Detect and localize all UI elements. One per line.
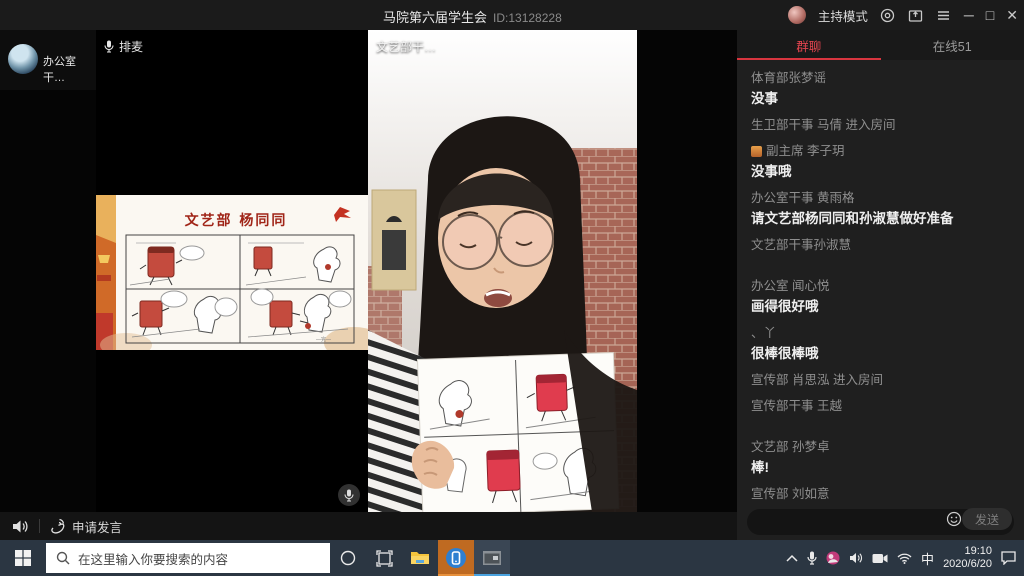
stage-control-bar: 申请发言 [0,512,737,540]
tray-microphone-icon[interactable] [807,551,817,565]
taskbar-clock[interactable]: 19:10 2020/6/20 [943,545,992,571]
open-window-taskbar-icon[interactable] [474,540,510,576]
tray-wifi-icon[interactable] [897,553,912,564]
emoji-icon[interactable] [946,511,962,527]
art-dept-label: 文艺部干… [376,38,436,55]
chat-info-line: 宣传部 肖思泓 进入房间 [751,372,1010,389]
raise-hand-label: 申请发言 [72,517,122,536]
message-text: 没事哦 [751,163,1010,181]
video-stage: 办公室干… 排麦 [0,30,737,540]
search-placeholder-text: 在这里输入你要搜索的内容 [78,549,228,568]
mic-queue-label: 排麦 [104,38,143,55]
message-sender: 体育部张梦谣 [751,70,1010,87]
chat-panel: 群聊 在线51 体育部张梦谣没事生卫部干事 马倩 进入房间副主席 李子玥没事哦办… [737,30,1024,540]
control-divider [39,519,40,533]
message-text: 画得很好哦 [751,298,1010,316]
role-badge-icon [751,146,762,157]
close-button[interactable]: ✕ [1006,7,1018,23]
tray-app-icon[interactable] [826,551,840,565]
mic-queue-text: 排麦 [119,38,143,55]
chat-message: 文艺部 孙梦卓棒! [751,439,1010,477]
slide-title-text: 文艺部 杨同同 [185,212,288,229]
meeting-id: ID:13128228 [493,11,562,25]
taskbar-search[interactable]: 在这里输入你要搜索的内容 [46,543,330,573]
meeting-name: 马院第六届学生会 [383,10,487,25]
message-sender: 宣传部 肖思泓 进入房间 [751,372,1010,389]
search-icon [56,551,70,565]
meeting-app-taskbar-icon[interactable] [438,540,474,576]
minimize-button[interactable]: ─ [964,7,974,23]
start-button[interactable] [0,540,46,576]
message-sender: 宣传部 刘如意 [751,486,1010,503]
chat-message: 体育部张梦谣没事 [751,70,1010,108]
shared-comic-slide: 文艺部 杨同同 [96,195,368,350]
webcam-video [368,30,637,512]
file-explorer-icon[interactable] [402,540,438,576]
windows-logo-icon [15,550,31,566]
clock-time: 19:10 [943,545,992,558]
meeting-app-window: 马院第六届学生会 ID:13128228 主持模式 ─ □ ✕ 办公室干… [0,0,1024,576]
send-button[interactable]: 发送 [962,508,1012,530]
host-mode-label: 主持模式 [818,6,868,25]
chat-info-line: 文艺部干事孙淑慧 [751,237,1010,254]
chat-message: 、丫很棒很棒哦 [751,325,1010,363]
meeting-title: 马院第六届学生会 ID:13128228 [383,7,562,26]
titlebar: 马院第六届学生会 ID:13128228 主持模式 ─ □ ✕ [0,0,1024,30]
chat-info-line: 生卫部干事 马倩 进入房间 [751,117,1010,134]
task-view-icon[interactable] [366,540,402,576]
video-tile-office[interactable]: 办公室干… [0,30,96,90]
tile-mic-status-icon [338,484,360,506]
clock-date: 2020/6/20 [943,558,992,571]
system-tray: 中 19:10 2020/6/20 [786,540,1024,576]
ime-indicator[interactable]: 中 [921,549,934,568]
chat-message: 办公室干事 黄雨格请文艺部杨同同和孙淑慧做好准备 [751,190,1010,228]
message-sender: 文艺部干事孙淑慧 [751,237,1010,254]
video-tile-mic-queue[interactable]: 排麦 文艺部 杨同同 [96,30,368,512]
tray-speaker-icon[interactable] [849,552,863,564]
share-screen-icon[interactable] [908,7,924,23]
tab-group-chat[interactable]: 群聊 [737,30,881,60]
chat-info-line: 宣传部干事 王越 [751,398,1010,415]
chat-message: 副主席 李子玥没事哦 [751,143,1010,181]
chat-input-bar: 发送 [737,505,1024,540]
cortana-icon[interactable] [330,540,366,576]
maximize-button[interactable]: □ [986,7,994,23]
action-center-icon[interactable] [1001,551,1016,565]
video-tile-art-dept[interactable]: 文艺部干… [368,30,637,512]
tray-camera-icon[interactable] [872,553,888,564]
raise-hand-button[interactable]: 申请发言 [50,517,122,536]
settings-icon[interactable] [880,7,896,23]
message-text: 棒! [751,459,1010,477]
message-sender: 、丫 [751,325,1010,342]
message-sender: 宣传部干事 王越 [751,398,1010,415]
microphone-icon [104,40,114,53]
message-sender: 办公室 闻心悦 [751,278,1010,295]
chat-message: 宣传部 刘如意棒 [751,486,1010,505]
art-dept-name-text: 文艺部干… [376,38,436,55]
host-avatar [788,6,806,24]
speaker-button[interactable] [12,519,29,534]
message-text: 请文艺部杨同同和孙淑慧做好准备 [751,210,1010,228]
menu-icon[interactable] [936,7,952,23]
tab-online-members[interactable]: 在线51 [881,30,1024,60]
svg-text:—完—: —完— [316,336,331,343]
message-text: 没事 [751,90,1010,108]
chat-message: 办公室 闻心悦画得很好哦 [751,278,1010,316]
participant-name: 办公室干… [43,53,96,85]
chat-messages[interactable]: 体育部张梦谣没事生卫部干事 马倩 进入房间副主席 李子玥没事哦办公室干事 黄雨格… [737,60,1024,505]
message-text: 很棒很棒哦 [751,345,1010,363]
message-sender: 文艺部 孙梦卓 [751,439,1010,456]
chat-tab-bar: 群聊 在线51 [737,30,1024,60]
participant-avatar [8,44,38,74]
message-sender: 办公室干事 黄雨格 [751,190,1010,207]
message-sender: 副主席 李子玥 [751,143,1010,160]
windows-taskbar: 在这里输入你要搜索的内容 [0,540,1024,576]
raise-hand-icon [50,518,66,534]
tray-expand-icon[interactable] [786,554,798,562]
message-sender: 生卫部干事 马倩 进入房间 [751,117,1010,134]
